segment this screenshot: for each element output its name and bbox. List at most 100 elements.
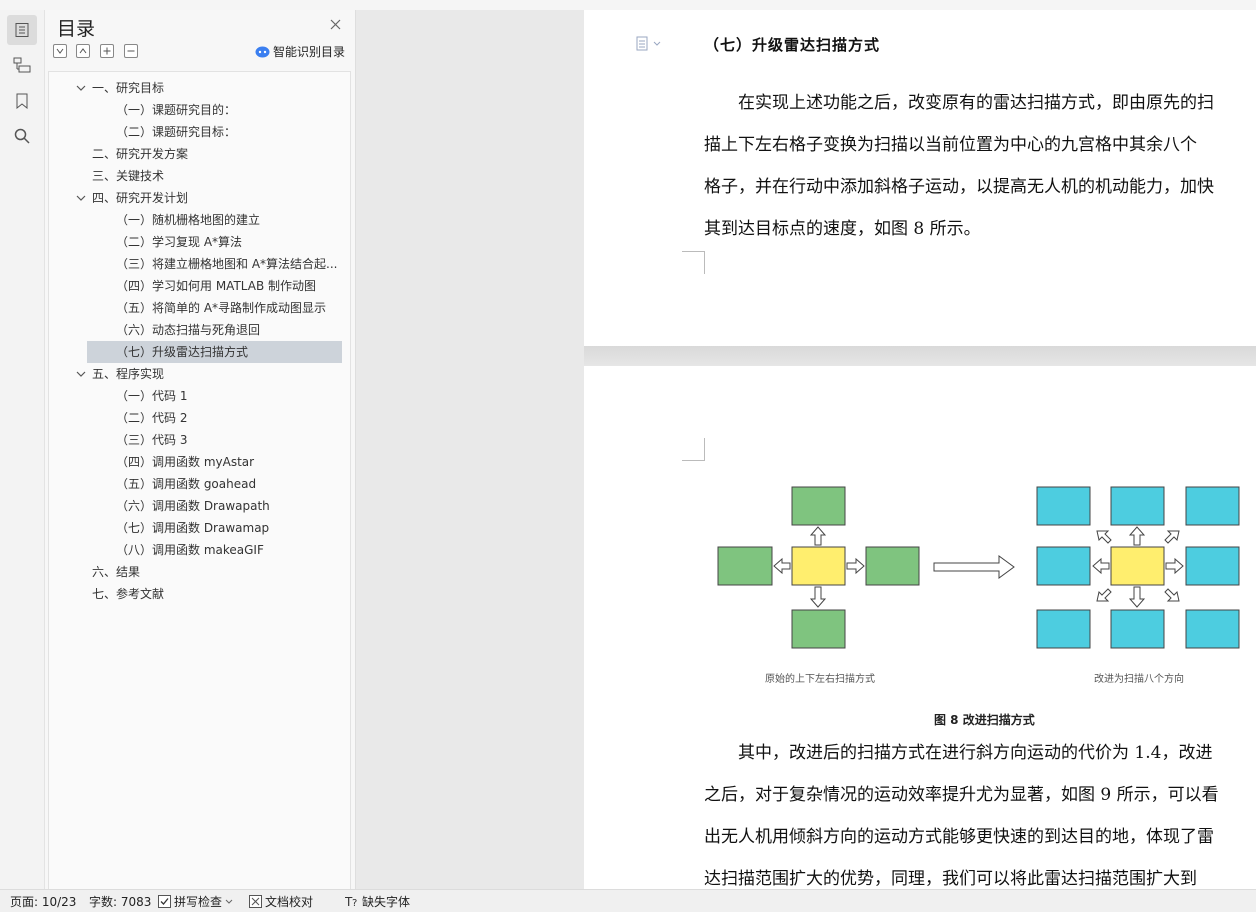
missing-font-button[interactable]: T? 缺失字体	[345, 893, 410, 910]
toc-item-label: （二）代码 2	[116, 411, 188, 425]
grid-cell-right	[865, 546, 920, 586]
toc-item-label: 五、程序实现	[92, 367, 165, 381]
grid-cell-up	[791, 486, 846, 526]
search-icon	[14, 128, 30, 144]
toc-item-label: 四、研究开发计划	[92, 191, 189, 205]
paragraph-line: 格子，并在行动中添加斜格子运动，以提高无人机的机动能力，加快	[704, 177, 1214, 197]
ai-cloud-icon	[255, 46, 270, 57]
toc-title: 目录	[57, 18, 96, 40]
chevron-down-icon[interactable]	[75, 77, 87, 99]
svg-text:?: ?	[352, 898, 357, 908]
close-icon	[330, 19, 340, 29]
toc-item-label: （一）代码 1	[116, 389, 188, 403]
toc-item[interactable]: 三、关键技术	[49, 165, 344, 187]
smart-toc-label: 智能识别目录	[273, 45, 346, 59]
toc-item[interactable]: （一）课题研究目的：	[49, 99, 344, 121]
toc-item[interactable]: （五）将简单的 A*寻路制作成动图显示	[49, 297, 344, 319]
toc-item[interactable]: （四）学习如何用 MATLAB 制作动图	[49, 275, 344, 297]
toc-item[interactable]: 四、研究开发计划	[49, 187, 344, 209]
page-indicator[interactable]: 页面: 10/23	[10, 893, 76, 910]
toc-item[interactable]: （八）调用函数 makeaGIF	[49, 539, 344, 561]
missing-font-icon: T?	[345, 895, 357, 908]
minus-icon	[127, 50, 135, 52]
toc-item-label: 二、研究开发方案	[92, 147, 189, 161]
toc-item-label: （七）升级雷达扫描方式	[116, 345, 249, 359]
outline-icon	[15, 23, 29, 37]
toc-item[interactable]: （一）代码 1	[49, 385, 344, 407]
toc-item[interactable]: （六）调用函数 Drawapath	[49, 495, 344, 517]
toc-item-label: 一、研究目标	[92, 81, 165, 95]
proofread-button[interactable]: 文档校对	[249, 893, 313, 910]
add-heading-button[interactable]	[100, 44, 114, 58]
toc-item[interactable]: （三）代码 3	[49, 429, 344, 451]
paragraph-1: 在实现上述功能之后，改变原有的雷达扫描方式，即由原先的扫 描上下左右格子变换为扫…	[704, 82, 1256, 250]
toc-item[interactable]: （一）随机栅格地图的建立	[49, 209, 344, 231]
proofread-label: 文档校对	[265, 895, 314, 909]
toc-item-label: （三）将建立栅格地图和 A*算法结合起...	[116, 257, 338, 271]
chevron-up-icon	[79, 48, 87, 54]
status-bar: 页面: 10/23 字数: 7083 拼写检查 文档校对 T? 缺失字体	[0, 889, 1256, 912]
remove-heading-button[interactable]	[124, 44, 138, 58]
paragraph-line: 达扫描范围扩大的优势，同理，我们可以将此雷达扫描范围扩大到	[704, 869, 1197, 889]
spell-check-button[interactable]: 拼写检查	[158, 893, 233, 910]
checkbox-icon	[158, 895, 171, 908]
toc-item[interactable]: 二、研究开发方案	[49, 143, 344, 165]
paragraph-line: 在实现上述功能之后，改变原有的雷达扫描方式，即由原先的扫	[704, 93, 1214, 113]
toc-item[interactable]: （二）代码 2	[49, 407, 344, 429]
toc-item[interactable]: （四）调用函数 myAstar	[49, 451, 344, 473]
collapse-all-button[interactable]	[76, 44, 90, 58]
toc-item-label: 六、结果	[92, 565, 141, 579]
side-rail	[0, 10, 45, 889]
toc-item-label: （七）调用函数 Drawamap	[116, 521, 270, 535]
chevron-down-icon[interactable]	[75, 187, 87, 209]
toc-toggle-button[interactable]	[7, 15, 37, 45]
toc-item-label: （五）调用函数 goahead	[116, 477, 257, 491]
toc-item[interactable]: （二）课题研究目标：	[49, 121, 344, 143]
scan-figure	[717, 486, 1240, 649]
toc-item-label: （三）代码 3	[116, 433, 188, 447]
smart-toc-button[interactable]: 智能识别目录	[255, 43, 345, 60]
expand-all-button[interactable]	[53, 44, 67, 58]
toc-item-label: （四）调用函数 myAstar	[116, 455, 255, 469]
paragraph-line: 描上下左右格子变换为扫描以当前位置为中心的九宫格中其余八个	[704, 135, 1197, 155]
toc-item-label: 三、关键技术	[92, 169, 165, 183]
toc-item[interactable]: （五）调用函数 goahead	[49, 473, 344, 495]
page-separator	[584, 346, 1256, 366]
paragraph-2: 其中，改进后的扫描方式在进行斜方向运动的代价为 1.4，改进 之后，对于复杂情况…	[704, 732, 1256, 889]
toc-item[interactable]: 一、研究目标	[49, 77, 344, 99]
toc-item[interactable]: （六）动态扫描与死角退回	[49, 319, 344, 341]
chevron-down-icon	[225, 899, 233, 904]
toc-item[interactable]: （三）将建立栅格地图和 A*算法结合起...	[49, 253, 344, 275]
paragraph-style-icon[interactable]	[636, 36, 666, 52]
toc-item[interactable]: 七、参考文献	[49, 583, 344, 605]
toc-item[interactable]: 六、结果	[49, 561, 344, 583]
close-toc-button[interactable]	[327, 16, 343, 32]
figure-right-label: 改进为扫描八个方向	[1094, 674, 1184, 685]
toc-item-label: （一）课题研究目的：	[116, 103, 237, 117]
toc-item[interactable]: （二）学习复现 A*算法	[49, 231, 344, 253]
bookmark-icon	[16, 93, 28, 109]
grid-cell-down	[791, 609, 846, 649]
bookmark-button[interactable]	[7, 86, 37, 116]
find-button[interactable]	[7, 121, 37, 151]
page-10: （七）升级雷达扫描方式 在实现上述功能之后，改变原有的雷达扫描方式，即由原先的扫…	[584, 10, 1256, 346]
toc-item[interactable]: 五、程序实现	[49, 363, 344, 385]
paragraph-line: 之后，对于复杂情况的运动效率提升尤为显著，如图 9 所示，可以看	[704, 785, 1219, 805]
transform-arrow	[933, 555, 1015, 579]
page-margin-mark	[682, 438, 705, 461]
toc-item-label: （五）将简单的 A*寻路制作成动图显示	[116, 301, 327, 315]
chevron-down-icon[interactable]	[75, 363, 87, 385]
word-count[interactable]: 字数: 7083	[89, 893, 151, 910]
toc-item-label: （八）调用函数 makeaGIF	[116, 543, 264, 557]
navigation-button[interactable]	[7, 50, 37, 80]
toc-list: 一、研究目标 （一）课题研究目的： （二）课题研究目标： 二、研究开发方案 三、关键技术…	[48, 71, 351, 890]
structure-icon	[13, 57, 31, 73]
toc-item[interactable]: （七）升级雷达扫描方式	[87, 341, 342, 363]
toc-item-label: （四）学习如何用 MATLAB 制作动图	[116, 279, 316, 293]
page-margin-mark	[682, 251, 705, 274]
page-11: 原始的上下左右扫描方式 改进为扫描八个方向 图 8 改进扫描方式 其中，改进后的…	[584, 366, 1256, 889]
toc-item[interactable]: （七）调用函数 Drawamap	[49, 517, 344, 539]
section-heading: （七）升级雷达扫描方式	[704, 36, 881, 54]
paragraph-line: 出无人机用倾斜方向的运动方式能够更快速的到达目的地，体现了雷	[704, 827, 1214, 847]
grid-cell-center	[1110, 546, 1165, 586]
